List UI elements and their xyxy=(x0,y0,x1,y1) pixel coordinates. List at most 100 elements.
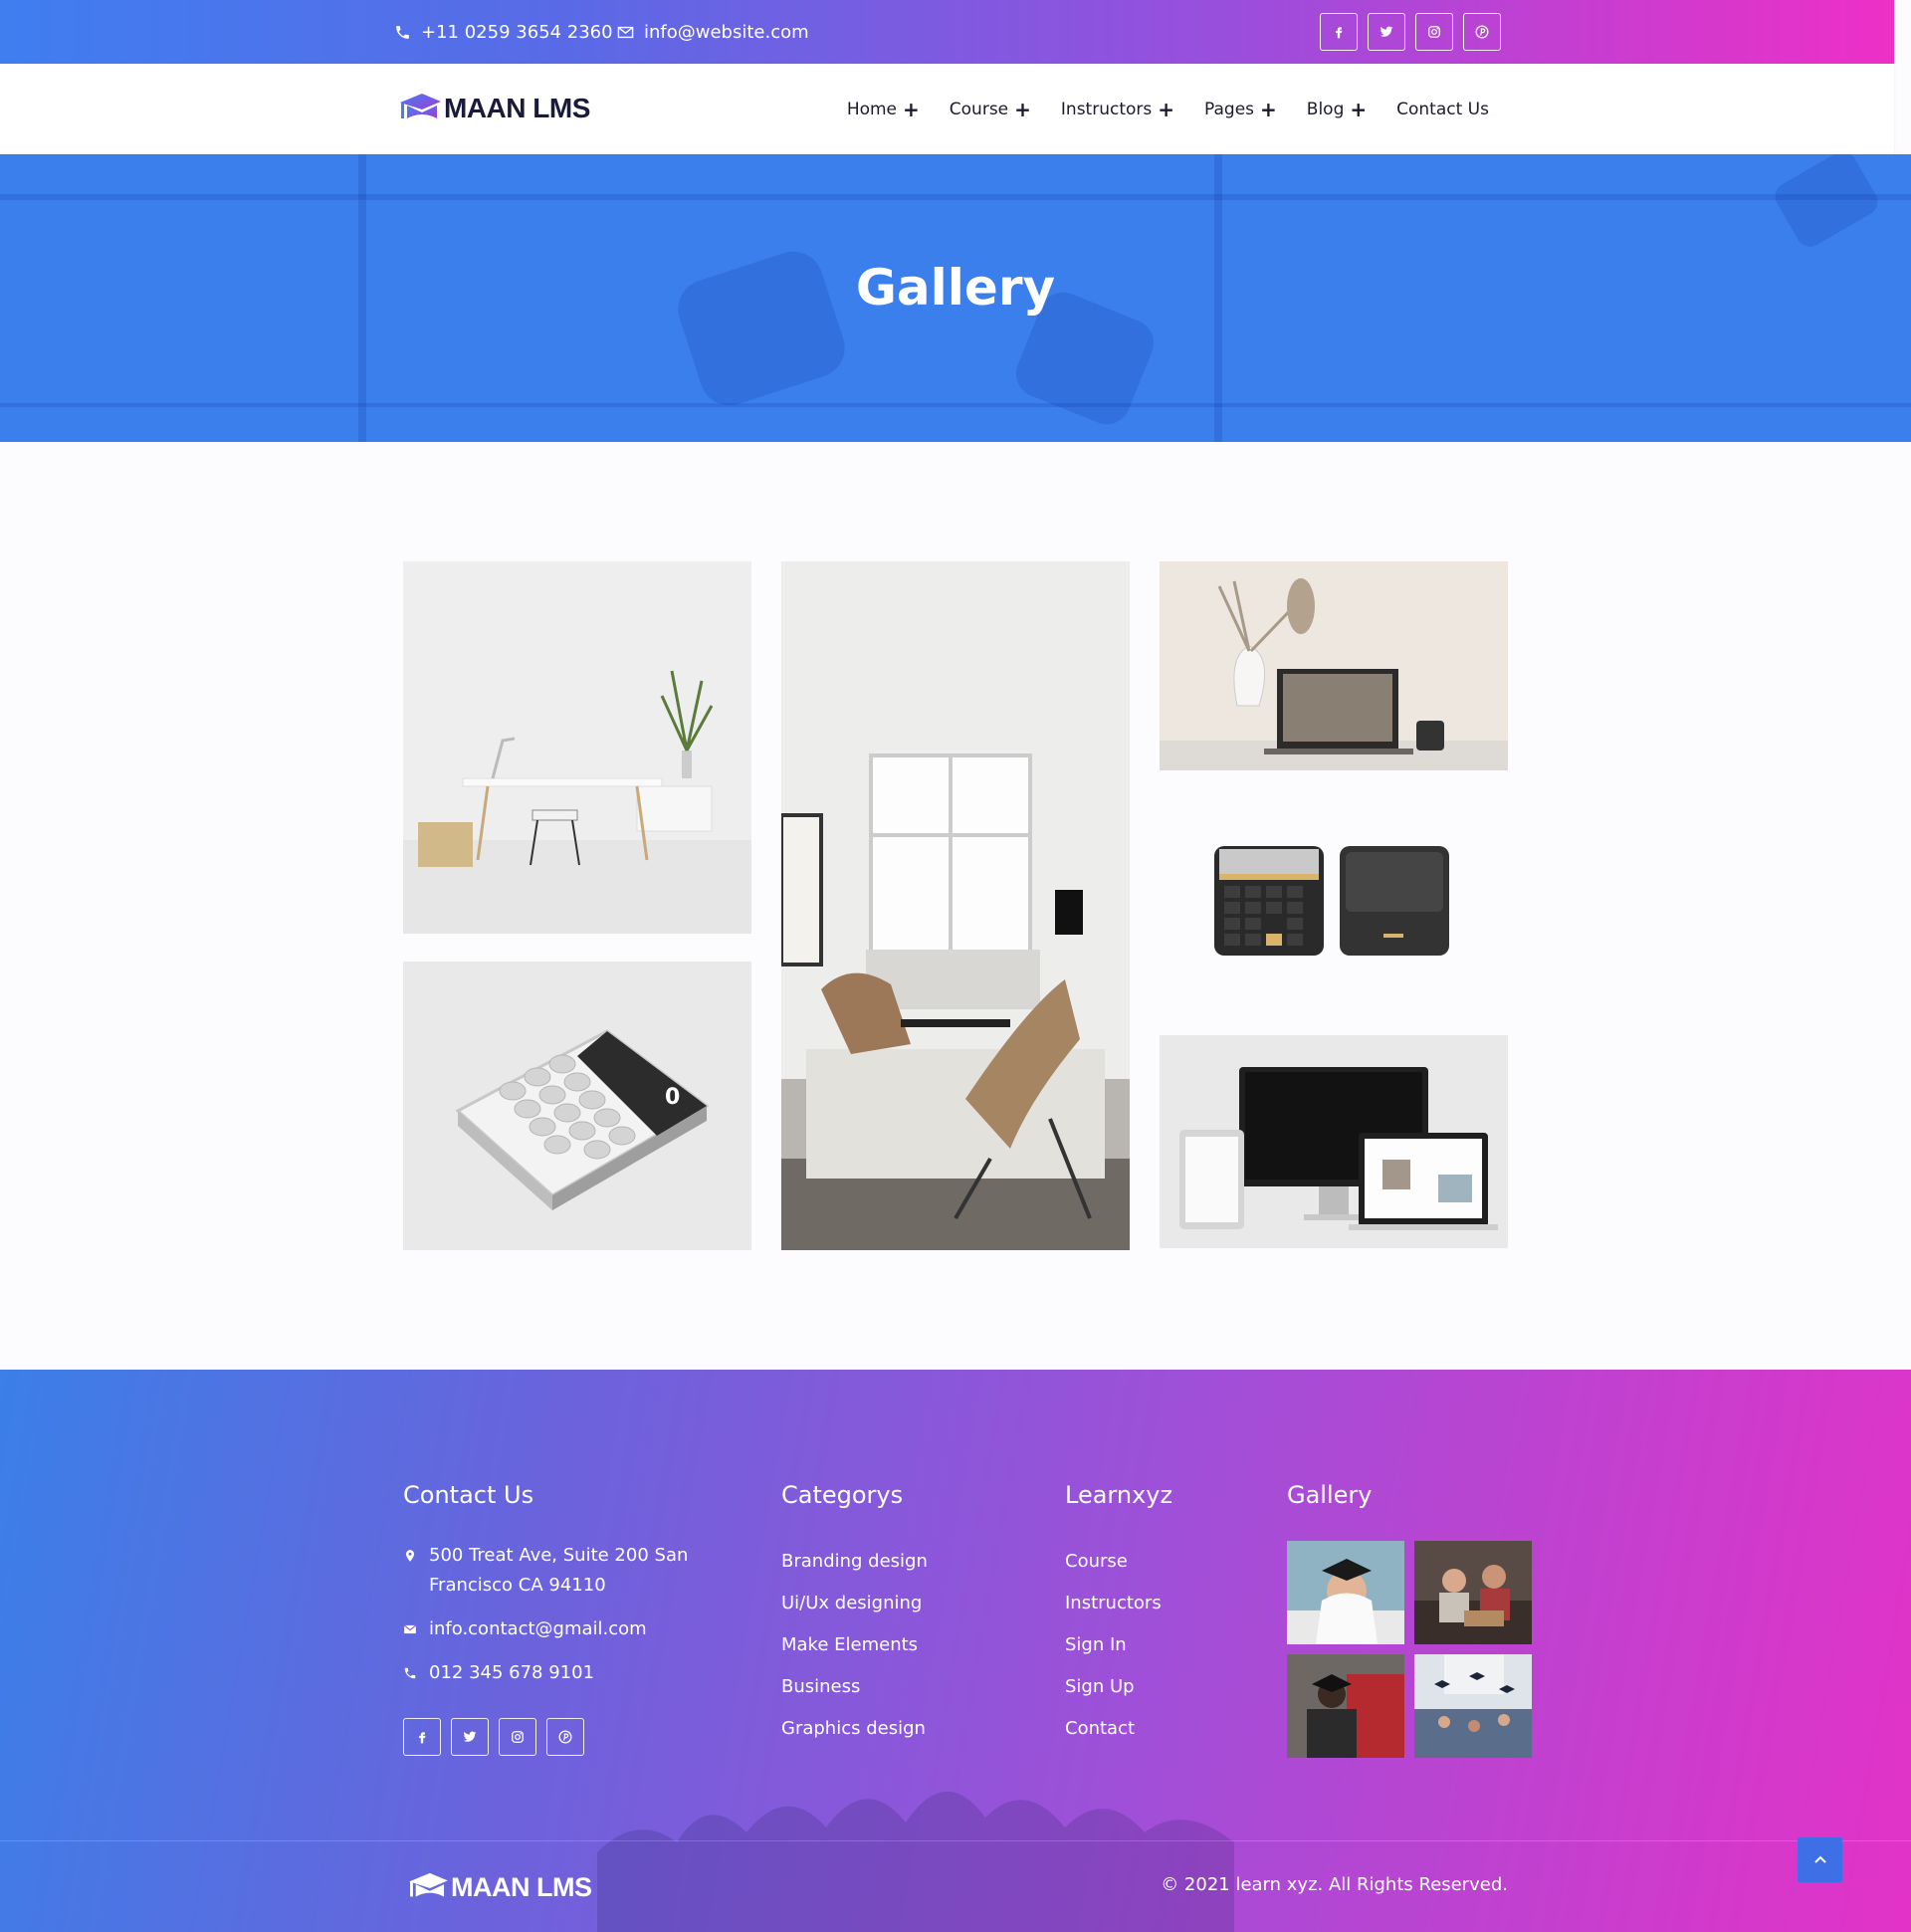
gallery-image[interactable]: 0 xyxy=(403,962,751,1250)
footer-gallery-image[interactable] xyxy=(1287,1541,1404,1644)
topbar-phone-text: +11 0259 3654 2360 xyxy=(421,21,613,43)
nav-label: Blog xyxy=(1306,99,1345,119)
footer-link[interactable]: Make Elements xyxy=(781,1624,928,1666)
instagram-icon xyxy=(512,1731,524,1743)
living-room-interior-photo xyxy=(781,561,1130,1250)
plus-icon: + xyxy=(1260,97,1277,121)
site-footer: Contact Us 500 Treat Ave, Suite 200 San … xyxy=(0,1370,1911,1932)
graduation-cap-logo-icon xyxy=(400,94,441,118)
footer-logo[interactable]: MAAN LMS xyxy=(407,1870,592,1904)
footer-gallery-column: Gallery xyxy=(1287,1481,1532,1758)
instagram-button[interactable] xyxy=(499,1718,536,1756)
footer-divider xyxy=(0,1840,1911,1841)
nav-label: Contact Us xyxy=(1396,99,1489,119)
gallery-image[interactable] xyxy=(1160,561,1508,770)
nav-item-home[interactable]: Home + xyxy=(847,100,920,119)
footer-link[interactable]: Sign Up xyxy=(1065,1666,1172,1708)
pinterest-button[interactable] xyxy=(1463,13,1501,51)
graduation-ceremony-photo xyxy=(1414,1654,1532,1758)
instagram-icon xyxy=(1428,26,1440,38)
twitter-button[interactable] xyxy=(1368,13,1405,51)
graduate-woman-photo xyxy=(1287,1541,1404,1644)
footer-link[interactable]: Sign In xyxy=(1065,1624,1172,1666)
nav-label: Pages xyxy=(1204,99,1255,119)
twitter-icon xyxy=(1380,26,1393,37)
graduation-cap-logo-icon xyxy=(409,1872,448,1897)
nav-item-blog[interactable]: Blog + xyxy=(1307,100,1367,119)
black-calculator-speaker-photo xyxy=(1160,794,1508,1003)
facebook-icon xyxy=(1336,27,1343,39)
plus-icon: + xyxy=(1350,97,1368,121)
laptop-vase-photo xyxy=(1160,561,1508,770)
gallery-image[interactable] xyxy=(781,561,1130,1250)
copyright-text: © 2021 learn xyz. All Rights Reserved. xyxy=(1161,1874,1508,1895)
plus-icon: + xyxy=(1014,97,1031,121)
footer-link[interactable]: Business xyxy=(781,1666,928,1708)
footer-email[interactable]: info.contact@gmail.com xyxy=(403,1614,702,1644)
footer-link[interactable]: Branding design xyxy=(781,1541,928,1583)
students-studying-photo xyxy=(1414,1541,1532,1644)
banner-decoration xyxy=(1770,154,1883,252)
footer-link[interactable]: Course xyxy=(1065,1541,1172,1583)
phone-icon xyxy=(396,25,409,39)
footer-contact-column: Contact Us 500 Treat Ave, Suite 200 San … xyxy=(403,1481,702,1756)
footer-gallery-image[interactable] xyxy=(1414,1654,1532,1758)
topbar-email-text: info@website.com xyxy=(644,21,809,43)
facebook-icon xyxy=(419,1732,426,1744)
banner-decoration xyxy=(0,403,1911,407)
site-logo[interactable]: MAAN LMS xyxy=(398,91,590,126)
nav-item-pages[interactable]: Pages + xyxy=(1204,100,1277,119)
topbar-email[interactable]: info@website.com xyxy=(617,0,809,64)
envelope-icon xyxy=(617,26,634,38)
footer-phone-text: 012 345 678 9101 xyxy=(429,1662,595,1683)
pinterest-button[interactable] xyxy=(546,1718,584,1756)
nav-label: Course xyxy=(949,99,1009,119)
responsive-devices-photo xyxy=(1160,1035,1508,1248)
svg-text:0: 0 xyxy=(665,1085,680,1110)
page-banner: Gallery xyxy=(0,154,1911,442)
footer-gallery-grid xyxy=(1287,1541,1532,1758)
main-nav: Home + Course + Instructors + Pages + Blog + … xyxy=(847,64,1489,154)
scroll-to-top-button[interactable] xyxy=(1798,1837,1842,1882)
footer-gallery-image[interactable] xyxy=(1414,1541,1532,1644)
graduates-silhouette-decoration xyxy=(597,1791,1234,1932)
site-header: MAAN LMS Home + Course + Instructors + Page… xyxy=(0,64,1894,154)
instagram-button[interactable] xyxy=(1415,13,1453,51)
footer-social-links xyxy=(403,1718,702,1756)
footer-gallery-image[interactable] xyxy=(1287,1654,1404,1758)
nav-label: Instructors xyxy=(1060,99,1153,119)
facebook-button[interactable] xyxy=(403,1718,441,1756)
envelope-icon xyxy=(403,1624,417,1634)
footer-link[interactable]: Ui/Ux designing xyxy=(781,1583,928,1624)
footer-link[interactable]: Instructors xyxy=(1065,1583,1172,1624)
logo-text: MAAN LMS xyxy=(444,93,590,123)
graduates-hugging-photo xyxy=(1287,1654,1404,1758)
footer-address-text: 500 Treat Ave, Suite 200 San Francisco C… xyxy=(429,1545,689,1596)
white-desk-workspace-photo xyxy=(403,561,751,934)
pinterest-icon xyxy=(1475,25,1489,39)
page-title: Gallery xyxy=(855,259,1056,317)
footer-learn-heading: Learnxyz xyxy=(1065,1481,1173,1509)
footer-gallery-heading: Gallery xyxy=(1287,1481,1373,1509)
nav-item-course[interactable]: Course + xyxy=(950,100,1031,119)
footer-link[interactable]: Contact xyxy=(1065,1708,1172,1750)
twitter-icon xyxy=(463,1731,477,1742)
footer-link[interactable]: Graphics design xyxy=(781,1708,928,1750)
top-bar: +11 0259 3654 2360 info@website.com xyxy=(0,0,1894,64)
pinterest-icon xyxy=(558,1730,572,1744)
gallery-image[interactable] xyxy=(1160,794,1508,1003)
footer-phone[interactable]: 012 345 678 9101 xyxy=(403,1658,702,1688)
topbar-phone[interactable]: +11 0259 3654 2360 xyxy=(394,0,613,64)
facebook-button[interactable] xyxy=(1320,13,1358,51)
footer-contact-heading: Contact Us xyxy=(403,1481,534,1509)
twitter-button[interactable] xyxy=(451,1718,489,1756)
nav-item-contact[interactable]: Contact Us xyxy=(1396,100,1489,119)
plus-icon: + xyxy=(1158,97,1175,121)
banner-decoration xyxy=(0,194,1911,200)
plus-icon: + xyxy=(903,97,920,121)
gallery-image[interactable] xyxy=(1160,1035,1508,1248)
footer-address: 500 Treat Ave, Suite 200 San Francisco C… xyxy=(403,1541,702,1601)
gallery-image[interactable] xyxy=(403,561,751,934)
nav-item-instructors[interactable]: Instructors + xyxy=(1061,100,1174,119)
topbar-social-links xyxy=(1320,13,1501,51)
